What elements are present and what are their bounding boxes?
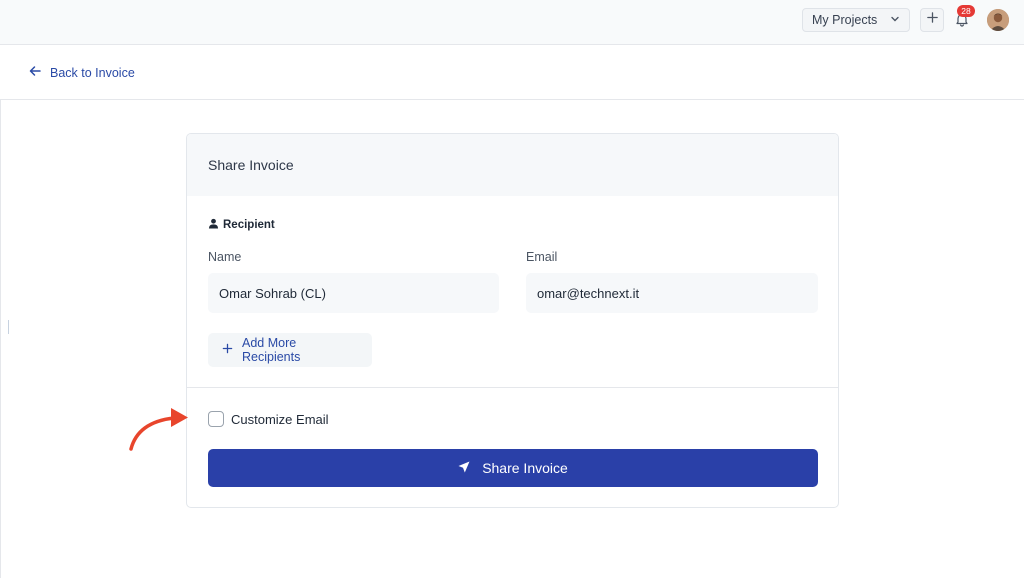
customize-email-checkbox[interactable] — [208, 411, 224, 427]
user-icon — [208, 218, 223, 232]
arrow-left-icon — [28, 64, 50, 81]
add-more-recipients-button[interactable]: Add More Recipients — [208, 333, 372, 367]
plus-icon — [926, 11, 939, 29]
send-icon — [458, 460, 482, 476]
share-invoice-label: Share Invoice — [482, 460, 568, 476]
my-projects-dropdown[interactable]: My Projects — [802, 8, 910, 32]
chevron-down-icon — [890, 13, 900, 27]
notification-count-badge: 28 — [957, 5, 975, 17]
add-more-recipients-label: Add More Recipients — [242, 336, 301, 364]
name-field[interactable] — [208, 273, 499, 313]
email-field[interactable] — [526, 273, 818, 313]
card-title: Share Invoice — [208, 157, 294, 173]
back-to-invoice-link[interactable]: Back to Invoice — [28, 64, 135, 81]
share-invoice-card: Share Invoice Recipient Name Email Add M… — [186, 133, 839, 508]
recipient-heading: Recipient — [208, 218, 275, 232]
sub-header: Back to Invoice — [0, 45, 1024, 100]
back-link-label: Back to Invoice — [50, 65, 135, 80]
avatar[interactable] — [987, 9, 1009, 31]
add-button[interactable] — [920, 8, 944, 32]
plus-icon — [222, 343, 242, 357]
share-invoice-button[interactable]: Share Invoice — [208, 449, 818, 487]
top-bar: My Projects 28 — [0, 0, 1024, 45]
my-projects-label: My Projects — [812, 13, 878, 27]
email-label: Email — [526, 250, 558, 264]
card-header: Share Invoice — [187, 134, 838, 196]
text-caret — [8, 320, 9, 334]
divider — [187, 387, 838, 388]
annotation-arrow-icon — [129, 408, 188, 451]
recipient-heading-text: Recipient — [223, 219, 275, 231]
name-label: Name — [208, 250, 242, 264]
customize-email-label[interactable]: Customize Email — [231, 412, 329, 427]
